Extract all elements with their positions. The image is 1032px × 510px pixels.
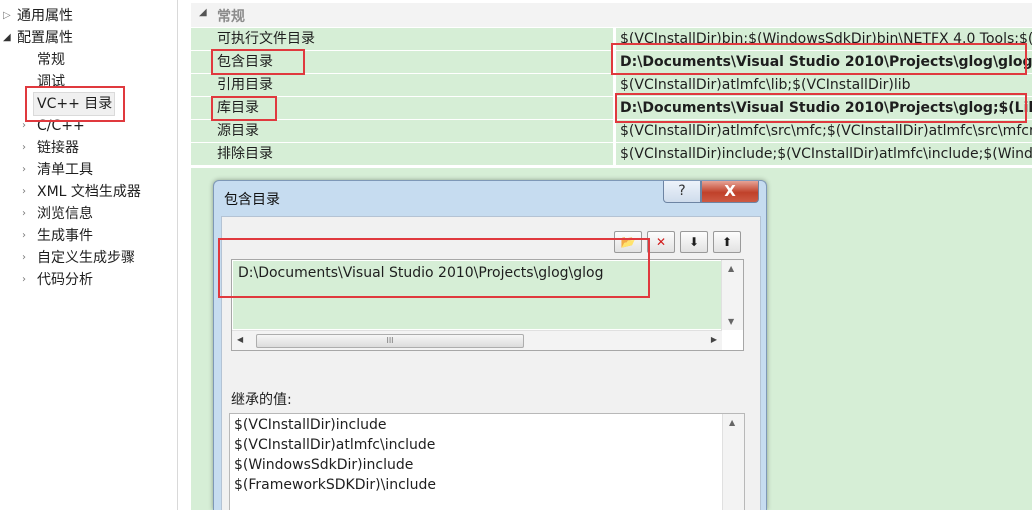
tree-item-label: 链接器 [37, 140, 79, 156]
tree-item-label: 自定义生成步骤 [37, 250, 135, 266]
collapse-arrow-icon[interactable]: ◢ [199, 7, 207, 18]
inherited-value: $(FrameworkSDKDir)\include [234, 477, 437, 493]
annotation-box-lib-value [615, 93, 1027, 123]
close-button[interactable]: X [701, 181, 759, 203]
property-value[interactable]: $(VCInstallDir)atlmfc\src\mfc;$(VCInstal… [616, 120, 1032, 142]
expand-arrow-icon[interactable]: › [22, 269, 32, 291]
scroll-up-icon[interactable]: ▲ [728, 264, 734, 273]
property-name: 排除目录 [191, 143, 613, 165]
tree-item-label: XML 文档生成器 [37, 184, 141, 200]
dialog-title: 包含目录 [224, 192, 280, 208]
scroll-up-icon[interactable]: ▲ [729, 418, 735, 427]
expand-arrow-icon[interactable]: › [22, 137, 32, 159]
move-down-button[interactable]: ⬇ [680, 231, 708, 253]
expand-arrow-icon[interactable]: › [22, 247, 32, 269]
inherited-value: $(WindowsSdkDir)include [234, 457, 414, 473]
move-up-button[interactable]: ⬆ [713, 231, 741, 253]
category-header-general[interactable]: ◢ 常规 [191, 3, 1032, 27]
category-label: 常规 [217, 9, 245, 25]
tree-item-label: 配置属性 [17, 30, 73, 46]
scroll-down-icon[interactable]: ▼ [728, 317, 734, 326]
vertical-scrollbar[interactable]: ▲ [722, 414, 744, 510]
include-dirs-dialog: 包含目录 ? X 📂 ✕ ⬇ ⬆ D:\Documents\Visual Stu… [213, 180, 767, 510]
delete-button[interactable]: ✕ [647, 231, 675, 253]
inherited-value: $(VCInstallDir)atlmfc\include [234, 437, 436, 453]
expand-arrow-icon[interactable]: › [22, 225, 32, 247]
expand-arrow-icon[interactable]: ▷ [3, 5, 13, 27]
property-name: 引用目录 [191, 74, 613, 96]
property-tree: ▷ 通用属性 ◢ 配置属性 常规 调试 VC++ 目录 › C/C++ › 链接… [0, 0, 178, 510]
horizontal-scrollbar[interactable]: ◀ III ▶ [232, 330, 722, 350]
tree-item-label: 代码分析 [37, 272, 93, 288]
inherited-value: $(VCInstallDir)include [234, 417, 387, 433]
annotation-box-lib-name [211, 96, 277, 121]
annotation-box-include-value [611, 43, 1027, 75]
property-row-exclude-dirs[interactable]: 排除目录 $(VCInstallDir)include;$(VCInstallD… [191, 143, 1032, 166]
annotation-box-entry [218, 238, 650, 298]
expand-arrow-icon[interactable]: › [22, 159, 32, 181]
property-row-source-dirs[interactable]: 源目录 $(VCInstallDir)atlmfc\src\mfc;$(VCIn… [191, 120, 1032, 143]
inherited-values-label: 继承的值: [231, 392, 292, 408]
tree-item-label: 生成事件 [37, 228, 93, 244]
scroll-thumb[interactable]: III [256, 334, 524, 348]
tree-item-label: 常规 [37, 52, 65, 68]
property-name: 可执行文件目录 [191, 28, 613, 50]
tree-item-general[interactable]: 常规 [37, 49, 65, 71]
annotation-box-include-name [211, 49, 305, 75]
property-value[interactable]: $(VCInstallDir)include;$(VCInstallDir)at… [616, 143, 1032, 165]
vertical-scrollbar[interactable]: ▲ ▼ [721, 260, 743, 330]
property-grid-rows: ◢ 常规 可执行文件目录 $(VCInstallDir)bin;$(Window… [191, 0, 1032, 168]
scroll-left-icon[interactable]: ◀ [237, 335, 243, 344]
expand-arrow-icon[interactable]: › [22, 181, 32, 203]
scroll-right-icon[interactable]: ▶ [711, 335, 717, 344]
tree-item-label: 清单工具 [37, 162, 93, 178]
expand-arrow-icon[interactable]: › [22, 203, 32, 225]
tree-item-label: 浏览信息 [37, 206, 93, 222]
annotation-box-vc-dirs [25, 86, 125, 122]
tree-item-label: 通用属性 [17, 8, 73, 24]
property-name: 源目录 [191, 120, 613, 142]
inherited-values-list: $(VCInstallDir)include $(VCInstallDir)at… [229, 413, 745, 510]
help-button[interactable]: ? [663, 181, 701, 203]
collapse-arrow-icon[interactable]: ◢ [3, 27, 13, 49]
